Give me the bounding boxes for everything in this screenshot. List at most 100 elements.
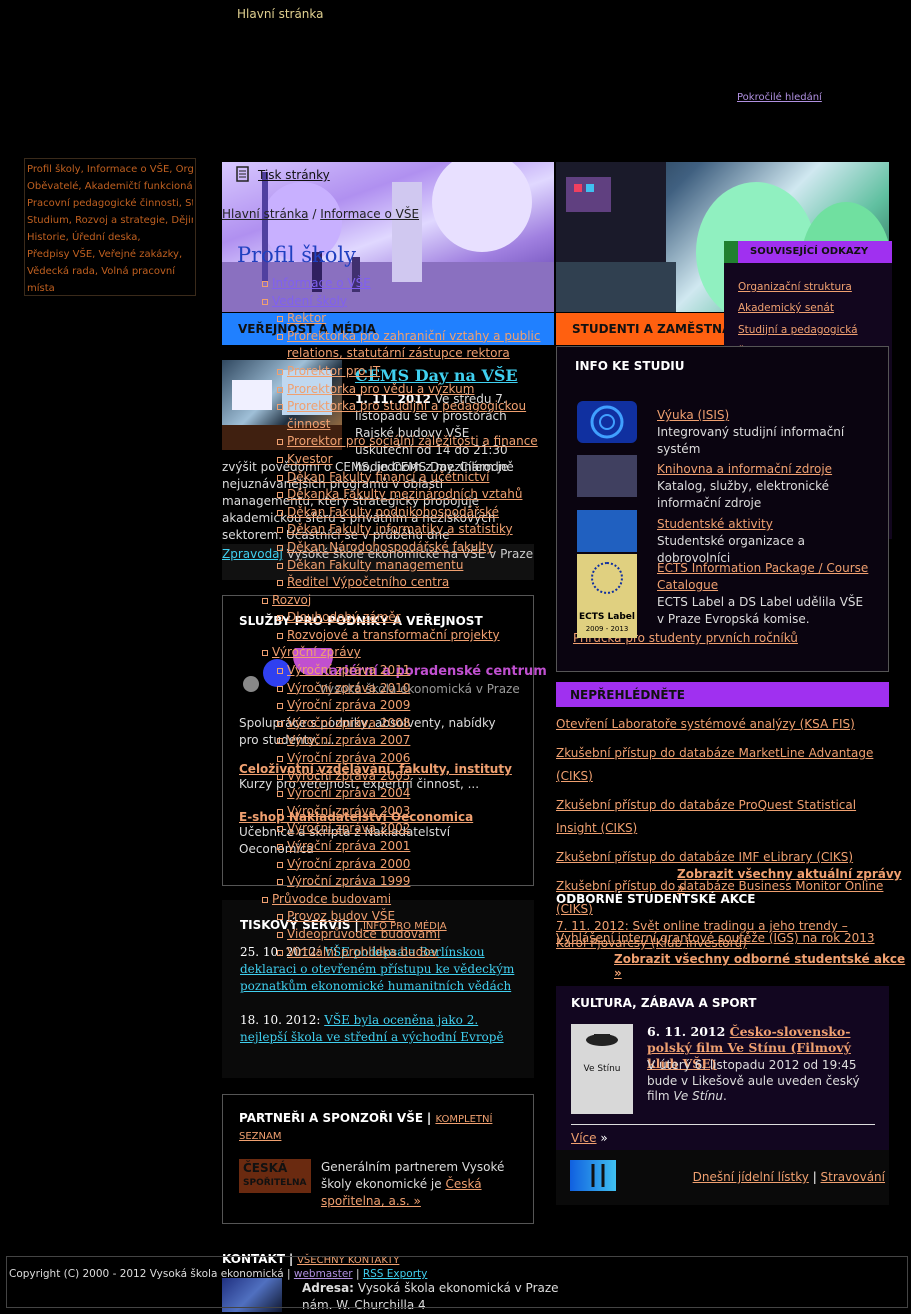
menu-item-label[interactable]: Výroční zpráva 2005 — [287, 769, 410, 783]
menu-item[interactable]: Výroční zpráva 2003 — [277, 803, 562, 821]
breadcrumb-home[interactable]: Hlavní stránka — [222, 207, 309, 221]
menu-item[interactable]: Výroční zpráva 2006 — [277, 750, 562, 768]
advanced-search-link[interactable]: Pokročilé hledání — [737, 92, 822, 103]
menu-item-label[interactable]: Výroční zpráva 2007 — [287, 733, 410, 747]
menu-item[interactable]: Virtuální prohlídka budov — [277, 944, 562, 962]
neprehl-item-link[interactable]: Zkušební přístup do databáze ProQuest St… — [556, 798, 856, 835]
study-item-title[interactable]: ECTS Information Package / Course Catalo… — [657, 560, 877, 594]
menu-item[interactable]: Výroční zpráva 2000 — [277, 856, 562, 874]
neprehl-item[interactable]: Zkušební přístup do databáze ProQuest St… — [556, 794, 889, 840]
study-item-title[interactable]: Knihovna a informační zdroje — [657, 461, 877, 478]
menu-item-label[interactable]: Děkan Fakulty financí a účetnictví — [287, 470, 489, 484]
menu-item-label[interactable]: Výroční zpráva 2006 — [287, 751, 410, 765]
menu-item-label[interactable]: Rozvoj — [272, 593, 311, 607]
menu-item-label[interactable]: Výroční zprávy — [272, 645, 361, 659]
left-sitemap-line[interactable]: Předpisy VŠE, Veřejné zakázky, — [27, 246, 193, 263]
menu-item-label[interactable]: Výroční zpráva 2001 — [287, 839, 410, 853]
menu-item-label[interactable]: Výroční zpráva 2008 — [287, 716, 410, 730]
menu-item[interactable]: Vedení školy — [262, 293, 562, 311]
menu-item[interactable]: Prorektor pro sociální záležitosti a fin… — [277, 433, 562, 451]
print-icon[interactable] — [236, 166, 250, 185]
menu-item-label[interactable]: Děkanka Fakulty mezinárodních vztahů — [287, 487, 522, 501]
menu-item[interactable]: Prorektor pro IT — [277, 363, 562, 381]
menu-item[interactable]: Výroční zpráva 2011 — [277, 662, 562, 680]
menu-item-label[interactable]: Prorektorka pro zahraniční vztahy a publ… — [287, 329, 540, 361]
menu-item-label[interactable]: Výroční zpráva 2003 — [287, 804, 410, 818]
menu-item[interactable]: Výroční zpráva 1999 — [277, 873, 562, 891]
menu-item-label[interactable]: Videoprůvodce budovami — [287, 927, 440, 941]
menu-item[interactable]: Prorektorka pro vědu a výzkum — [277, 381, 562, 399]
menu-item[interactable]: Děkan Národohospodářské fakulty — [277, 539, 562, 557]
menu-item[interactable]: Provoz budov VŠE — [277, 908, 562, 926]
menu-item-label[interactable]: Kvestor — [287, 452, 333, 466]
menu-item-label[interactable]: Výroční zpráva 2000 — [287, 857, 410, 871]
rss-link[interactable]: RSS Exporty — [363, 1268, 428, 1280]
menu-item-label[interactable]: Prorektor pro sociální záležitosti a fin… — [287, 434, 538, 448]
webmaster-link[interactable]: webmaster — [294, 1268, 353, 1280]
menu-item-label[interactable]: Děkan Fakulty podnikohospodářské — [287, 505, 499, 519]
menu-item[interactable]: Výroční zprávy — [262, 644, 562, 662]
menu-item[interactable]: Informace o VŠE — [262, 275, 562, 293]
film-poster[interactable]: Ve Stínu — [571, 1024, 633, 1114]
left-sitemap-line[interactable]: Vědecká rada, Volná pracovní — [27, 263, 193, 280]
menu-item-label[interactable]: Provoz budov VŠE — [287, 909, 395, 923]
neprehl-item[interactable]: Zkušební přístup do databáze IMF eLibrar… — [556, 846, 889, 869]
odborne-all-link[interactable]: Zobrazit všechny odborné studentské akce… — [614, 952, 911, 980]
menu-item[interactable]: Výroční zpráva 2008 — [277, 715, 562, 733]
menu-item-label[interactable]: Prorektorka pro vědu a výzkum — [287, 382, 474, 396]
related-link[interactable]: Organizační struktura — [738, 277, 878, 298]
neprehl-item-link[interactable]: Zkušební přístup do databáze MarketLine … — [556, 746, 873, 783]
menu-item[interactable]: Výroční zpráva 2004 — [277, 785, 562, 803]
menu-item[interactable]: Výroční zpráva 2007 — [277, 732, 562, 750]
menu-item[interactable]: Prorektorka pro zahraniční vztahy a publ… — [277, 328, 562, 363]
menu-item[interactable]: Děkan Fakulty podnikohospodářské — [277, 504, 562, 522]
neprehl-item[interactable]: Otevření Laboratoře systémové analýzy (K… — [556, 713, 889, 736]
related-link[interactable]: Akademický senát — [738, 298, 878, 319]
left-sitemap-line[interactable]: Profil školy, Informace o VŠE, Organizač… — [27, 161, 193, 178]
menu-item[interactable]: Dlouhodobý záměr — [277, 609, 562, 627]
menu-item-label[interactable]: Děkan Fakulty managementu — [287, 558, 463, 572]
menu-item[interactable]: Děkan Fakulty informatiky a statistiky — [277, 521, 562, 539]
menu-item[interactable]: Děkan Fakulty managementu — [277, 557, 562, 575]
menu-item-label[interactable]: Výroční zpráva 2004 — [287, 786, 410, 800]
odborne-item-link[interactable]: 7. 11. 2012: Svět online tradingu a jeho… — [556, 918, 876, 952]
menu-item-label[interactable]: Výroční zpráva 2010 — [287, 681, 410, 695]
menu-item-label[interactable]: Virtuální prohlídka budov — [287, 945, 438, 959]
menu-item-label[interactable]: Vedení školy — [272, 294, 347, 308]
menu-item-label[interactable]: Rektor — [287, 311, 326, 325]
menu-item[interactable]: Děkanka Fakulty mezinárodních vztahů — [277, 486, 562, 504]
kultura-more-link[interactable]: Více — [571, 1131, 597, 1145]
jidelni-link[interactable]: Dnešní jídelní lístky — [693, 1170, 809, 1184]
menu-item-label[interactable]: Výroční zpráva 1999 — [287, 874, 410, 888]
stravovani-link[interactable]: Stravování — [821, 1170, 885, 1184]
menu-item-label[interactable]: Ředitel Výpočetního centra — [287, 575, 449, 589]
menu-item-label[interactable]: Výroční zpráva 2009 — [287, 698, 410, 712]
menu-item[interactable]: Průvodce budovami — [262, 891, 562, 909]
menu-item[interactable]: Videoprůvodce budovami — [277, 926, 562, 944]
menu-item[interactable]: Výroční zpráva 2010 — [277, 680, 562, 698]
left-sitemap-line[interactable]: místa — [27, 280, 193, 297]
neprehl-item-link[interactable]: Zkušební přístup do databáze IMF eLibrar… — [556, 850, 853, 864]
menu-item[interactable]: Výroční zpráva 2001 — [277, 838, 562, 856]
menu-item-label[interactable]: Výroční zpráva 2002 — [287, 821, 410, 835]
menu-item[interactable]: Výroční zpráva 2009 — [277, 697, 562, 715]
home-top-link[interactable]: Hlavní stránka — [237, 7, 324, 21]
menu-item[interactable]: Děkan Fakulty financí a účetnictví — [277, 469, 562, 487]
menu-item[interactable]: Výroční zpráva 2002 — [277, 820, 562, 838]
menu-item[interactable]: Prorektorka pro studijní a pedagogickou … — [277, 398, 562, 433]
menu-item[interactable]: Rozvojové a transformační projekty — [277, 627, 562, 645]
menu-item-label[interactable]: Děkan Národohospodářské fakulty — [287, 540, 493, 554]
breadcrumb-info[interactable]: Informace o VŠE — [320, 207, 419, 221]
menu-item[interactable]: Rektor — [277, 310, 562, 328]
menu-item[interactable]: Rozvoj — [262, 592, 562, 610]
study-item-title[interactable]: Výuka (ISIS) — [657, 407, 877, 424]
study-item-title[interactable]: Studentské aktivity — [657, 516, 877, 533]
neprehl-item-link[interactable]: Otevření Laboratoře systémové analýzy (K… — [556, 717, 855, 731]
menu-item-label[interactable]: Dlouhodobý záměr — [287, 610, 401, 624]
left-sitemap-line[interactable]: Pracovní pedagogické činnosti, Studijní — [27, 195, 193, 212]
print-link[interactable]: Tisk stránky — [258, 168, 330, 182]
menu-item-label[interactable]: Děkan Fakulty informatiky a statistiky — [287, 522, 513, 536]
menu-item-label[interactable]: Informace o VŠE — [272, 276, 371, 290]
left-sitemap-line[interactable]: Studium, Rozvoj a strategie, Dějiny VŠE, — [27, 212, 193, 229]
menu-item[interactable]: Kvestor — [277, 451, 562, 469]
